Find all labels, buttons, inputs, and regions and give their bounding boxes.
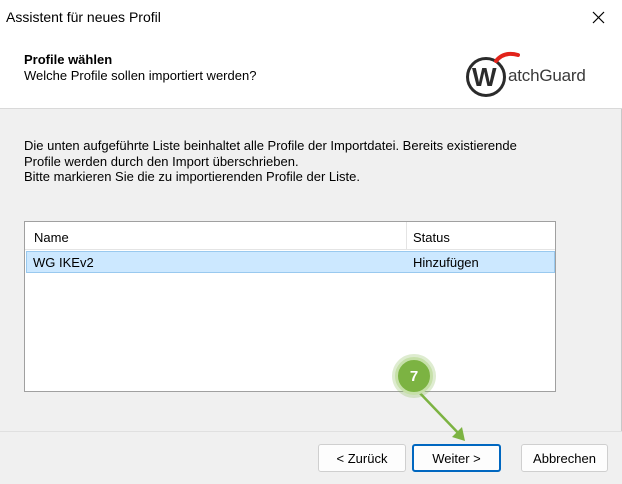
column-separator[interactable] <box>406 222 407 250</box>
title-bar: Assistent für neues Profil <box>0 0 622 35</box>
watchguard-logo: W atchGuard <box>466 51 596 97</box>
column-header-name[interactable]: Name <box>34 230 69 245</box>
wizard-window: Assistent für neues Profil Profile wähle… <box>0 0 622 484</box>
column-header-status[interactable]: Status <box>413 230 450 245</box>
instructions-line-1: Die unten aufgeführte Liste beinhaltet a… <box>24 138 517 153</box>
page-title: Profile wählen <box>24 52 113 67</box>
list-header: Name Status <box>25 222 555 250</box>
logo-swoosh-icon <box>494 51 520 63</box>
profile-list[interactable]: Name Status WG IKEv2 Hinzufügen <box>24 221 556 392</box>
wizard-header: Profile wählen Welche Profile sollen imp… <box>0 35 622 109</box>
list-item[interactable]: WG IKEv2 Hinzufügen <box>26 251 555 273</box>
profile-status: Hinzufügen <box>413 255 479 270</box>
logo-text: atchGuard <box>508 66 586 85</box>
profile-name: WG IKEv2 <box>33 255 94 270</box>
page-subtitle: Welche Profile sollen importiert werden? <box>24 68 257 83</box>
instructions: Die unten aufgeführte Liste beinhaltet a… <box>24 138 604 185</box>
window-title: Assistent für neues Profil <box>6 9 161 25</box>
close-button[interactable] <box>584 4 612 30</box>
back-button[interactable]: < Zurück <box>318 444 406 472</box>
cancel-button[interactable]: Abbrechen <box>521 444 608 472</box>
instructions-line-3: Bitte markieren Sie die zu importierende… <box>24 169 360 184</box>
instructions-line-2: Profile werden durch den Import überschr… <box>24 153 299 169</box>
logo-letter: W <box>472 62 497 92</box>
close-icon <box>592 11 604 23</box>
next-button[interactable]: Weiter > <box>412 444 501 472</box>
step-badge: 7 <box>395 357 433 395</box>
